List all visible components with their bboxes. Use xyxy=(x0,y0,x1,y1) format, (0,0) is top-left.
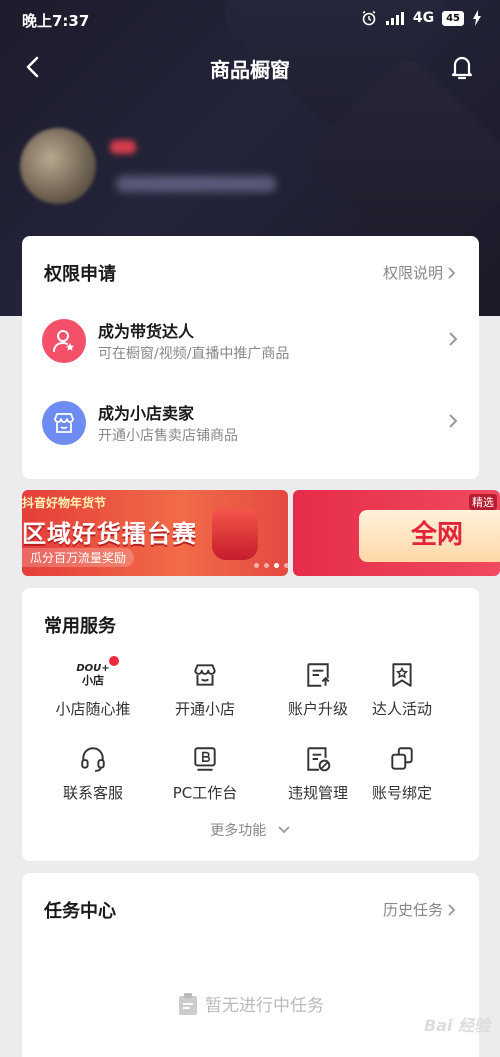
shop-icon xyxy=(190,660,220,690)
service-label: 联系客服 xyxy=(62,784,123,802)
bookmark-star-icon xyxy=(387,660,417,690)
become-seller-row[interactable]: 成为小店卖家 开通小店售卖店铺商品 xyxy=(42,398,459,450)
promo-banner[interactable]: 抖音好物年货节 区域好货擂台赛 瓜分百万流量奖励 xyxy=(22,490,288,576)
violation-doc-icon xyxy=(303,744,333,774)
chevron-right-icon xyxy=(448,266,456,279)
service-dou-plus[interactable]: DOU+ 小店 小店随心推 xyxy=(36,656,150,722)
user-id-blurred xyxy=(116,176,276,192)
empty-tasks-text: 暂无进行中任务 xyxy=(205,996,324,1016)
page-title: 商品橱窗 xyxy=(210,58,290,82)
carousel-dot xyxy=(254,563,259,568)
chevron-right-icon xyxy=(449,414,458,428)
account-upgrade-icon xyxy=(303,660,333,690)
notification-dot xyxy=(109,656,119,666)
battery-icon: 45 xyxy=(442,10,464,26)
nav-bar: 商品橱窗 xyxy=(0,46,500,90)
permission-help-label: 权限说明 xyxy=(382,264,443,282)
status-bar: 晚上7:37 4G 45 xyxy=(0,0,500,40)
creator-subtitle: 可在橱窗/视频/直播中推广商品 xyxy=(98,346,290,362)
seller-subtitle: 开通小店售卖店铺商品 xyxy=(98,428,238,444)
status-icons: 4G 45 xyxy=(361,10,482,26)
more-functions-button[interactable]: 更多功能 xyxy=(22,820,479,840)
service-label: 达人活动 xyxy=(371,700,432,718)
task-title: 任务中心 xyxy=(44,901,116,922)
banner-top-text: 抖音好物年货节 xyxy=(22,496,107,510)
signal-icon xyxy=(385,12,404,25)
permission-help-link[interactable]: 权限说明 xyxy=(383,262,457,283)
service-creator-activity[interactable]: 达人活动 xyxy=(345,660,459,722)
permission-card: 权限申请 权限说明 成为带货达人 可在橱窗/视频/直播中推广商品 成为小店卖家 … xyxy=(22,236,479,479)
carousel-dots xyxy=(254,563,288,568)
promo-banner-next[interactable]: 精选 全网 xyxy=(293,490,500,576)
charging-icon xyxy=(473,10,481,26)
shop-icon xyxy=(42,401,86,445)
services-card: 常用服务 DOU+ 小店 小店随心推 开通小店 账户升级 达人活动 联系客服 P… xyxy=(22,588,479,861)
banner2-main-text: 全网 xyxy=(411,520,464,550)
carousel-dot xyxy=(284,563,288,568)
service-open-shop[interactable]: 开通小店 xyxy=(148,660,262,722)
banner-main-text: 区域好货擂台赛 xyxy=(22,520,197,548)
account-link-icon xyxy=(387,744,417,774)
permission-title: 权限申请 xyxy=(44,264,116,285)
carousel-dot-active xyxy=(274,563,279,568)
become-creator-row[interactable]: 成为带货达人 可在橱窗/视频/直播中推广商品 xyxy=(42,316,459,368)
service-label: 开通小店 xyxy=(174,700,235,718)
history-tasks-link[interactable]: 历史任务 xyxy=(383,899,457,920)
nickname-blurred xyxy=(110,140,136,154)
services-card-header: 常用服务 xyxy=(44,612,457,637)
gift-bag-icon xyxy=(212,508,258,560)
alarm-icon xyxy=(362,10,376,26)
banner2-small-text: 精选 xyxy=(469,494,497,510)
user-star-icon xyxy=(42,319,86,363)
chevron-down-icon xyxy=(278,826,290,834)
chevron-right-icon xyxy=(448,903,456,916)
task-card-header: 任务中心 历史任务 xyxy=(44,897,457,922)
empty-tasks-state: 暂无进行中任务 xyxy=(22,991,479,1016)
service-label: 账号绑定 xyxy=(371,784,432,802)
creator-title: 成为带货达人 xyxy=(98,322,195,341)
seller-title: 成为小店卖家 xyxy=(98,404,195,423)
more-functions-label: 更多功能 xyxy=(210,823,267,839)
service-label: PC工作台 xyxy=(172,784,238,802)
task-center-card: 任务中心 历史任务 暂无进行中任务 xyxy=(22,873,479,1057)
status-time: 晚上7:37 xyxy=(22,12,90,30)
banner-sub-text: 瓜分百万流量奖励 xyxy=(22,548,135,567)
watermark: Bai 经验 xyxy=(423,1016,490,1035)
permission-card-header: 权限申请 权限说明 xyxy=(44,260,457,285)
dou-plus-logo-top: DOU+ xyxy=(76,663,110,674)
service-customer-support[interactable]: 联系客服 xyxy=(36,744,150,806)
service-label: 小店随心推 xyxy=(55,700,131,718)
service-account-binding[interactable]: 账号绑定 xyxy=(345,744,459,806)
dou-plus-logo-bottom: 小店 xyxy=(82,674,104,687)
carousel-dot xyxy=(264,563,269,568)
history-tasks-label: 历史任务 xyxy=(382,901,443,919)
chevron-right-icon xyxy=(449,332,458,346)
avatar[interactable] xyxy=(20,128,96,204)
network-type: 4G xyxy=(412,10,435,26)
dou-plus-icon: DOU+ 小店 xyxy=(71,656,119,690)
pc-workbench-icon xyxy=(190,744,220,774)
headset-icon xyxy=(78,744,108,774)
bell-icon[interactable] xyxy=(448,52,476,82)
clipboard-icon xyxy=(179,992,197,1015)
service-pc-workbench[interactable]: PC工作台 xyxy=(148,744,262,806)
services-title: 常用服务 xyxy=(44,616,116,637)
